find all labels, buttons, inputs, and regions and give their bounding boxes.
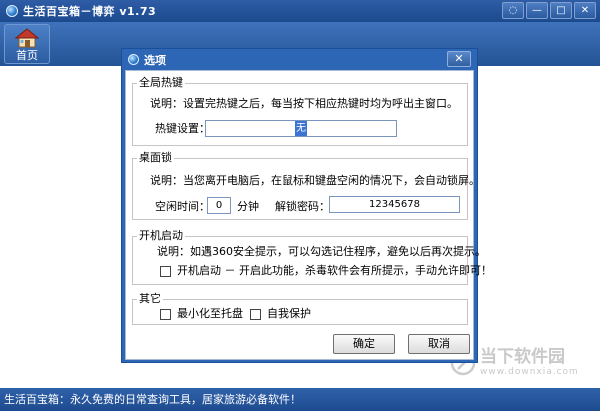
hotkey-input[interactable]: 无 bbox=[205, 120, 397, 137]
dialog-globe-icon bbox=[128, 54, 139, 65]
minimize-tray-row[interactable]: 最小化至托盘 bbox=[160, 307, 243, 321]
startup-description: 说明：如遇360安全提示，可以勾选记住程序，避免以后再次提示。 bbox=[157, 245, 486, 258]
self-protect-row[interactable]: 自我保护 bbox=[250, 307, 311, 321]
dialog-body: 全局热键 说明：设置完热键之后，每当按下相应热键时均为呼出主窗口。 热键设置： … bbox=[125, 70, 492, 360]
maximize-button[interactable]: □ bbox=[550, 2, 572, 19]
watermark-url: www.downxia.com bbox=[480, 367, 579, 377]
dialog-title: 选项 bbox=[144, 53, 166, 67]
home-button-label: 首页 bbox=[16, 49, 38, 62]
unlock-password-input[interactable]: 12345678 bbox=[329, 196, 460, 213]
minimize-button[interactable]: — bbox=[526, 2, 548, 19]
options-dialog: 选项 ✕ 全局热键 说明：设置完热键之后，每当按下相应热键时均为呼出主窗口。 热… bbox=[121, 48, 492, 363]
watermark-name: 当下软件园 bbox=[480, 347, 565, 367]
startup-checkbox-label: 开机启动 － 开启此功能，杀毒软件会有所提示，手动允许即可！ bbox=[177, 264, 492, 277]
startup-checkbox[interactable] bbox=[160, 265, 171, 277]
lock-description: 说明：当您离开电脑后，在鼠标和键盘空闲的情况下，会自动锁屏。 bbox=[150, 174, 480, 187]
idle-time-input[interactable]: 0 bbox=[207, 197, 231, 214]
close-button[interactable]: ✕ bbox=[574, 2, 596, 19]
unlock-password-label: 解锁密码： bbox=[275, 200, 330, 213]
hotkey-description: 说明：设置完热键之后，每当按下相应热键时均为呼出主窗口。 bbox=[150, 97, 458, 110]
self-protect-label: 自我保护 bbox=[267, 307, 311, 320]
minimize-tray-label: 最小化至托盘 bbox=[177, 307, 243, 320]
window-controls: ◌ — □ ✕ bbox=[502, 2, 596, 19]
group-other-title: 其它 bbox=[137, 292, 163, 306]
dialog-title-bar: 选项 ✕ bbox=[122, 49, 477, 70]
group-startup-title: 开机启动 bbox=[137, 229, 185, 243]
startup-checkbox-row[interactable]: 开机启动 － 开启此功能，杀毒软件会有所提示，手动允许即可！ bbox=[160, 264, 492, 278]
group-hotkey-title: 全局热键 bbox=[137, 76, 185, 90]
skin-button[interactable]: ◌ bbox=[502, 2, 524, 19]
app-title-bar: 生活百宝箱－博弈 v1.73 ◌ — □ ✕ bbox=[0, 0, 600, 22]
group-lock-title: 桌面锁 bbox=[137, 151, 174, 165]
status-bar: 生活百宝箱：永久免费的日常查询工具，居家旅游必备软件！ bbox=[0, 388, 600, 411]
idle-time-label: 空闲时间： bbox=[155, 200, 210, 213]
self-protect-checkbox[interactable] bbox=[250, 308, 261, 320]
ok-button[interactable]: 确定 bbox=[333, 334, 395, 354]
house-icon bbox=[15, 28, 39, 48]
app-globe-icon bbox=[6, 5, 18, 17]
app-title: 生活百宝箱－博弈 v1.73 bbox=[23, 5, 157, 18]
minimize-tray-checkbox[interactable] bbox=[160, 308, 171, 320]
dialog-close-button[interactable]: ✕ bbox=[447, 51, 471, 67]
home-button[interactable]: 首页 bbox=[4, 24, 50, 64]
hotkey-value: 无 bbox=[295, 121, 307, 136]
hotkey-label: 热键设置： bbox=[155, 122, 210, 135]
cancel-button[interactable]: 取消 bbox=[408, 334, 470, 354]
idle-time-unit: 分钟 bbox=[237, 200, 259, 213]
